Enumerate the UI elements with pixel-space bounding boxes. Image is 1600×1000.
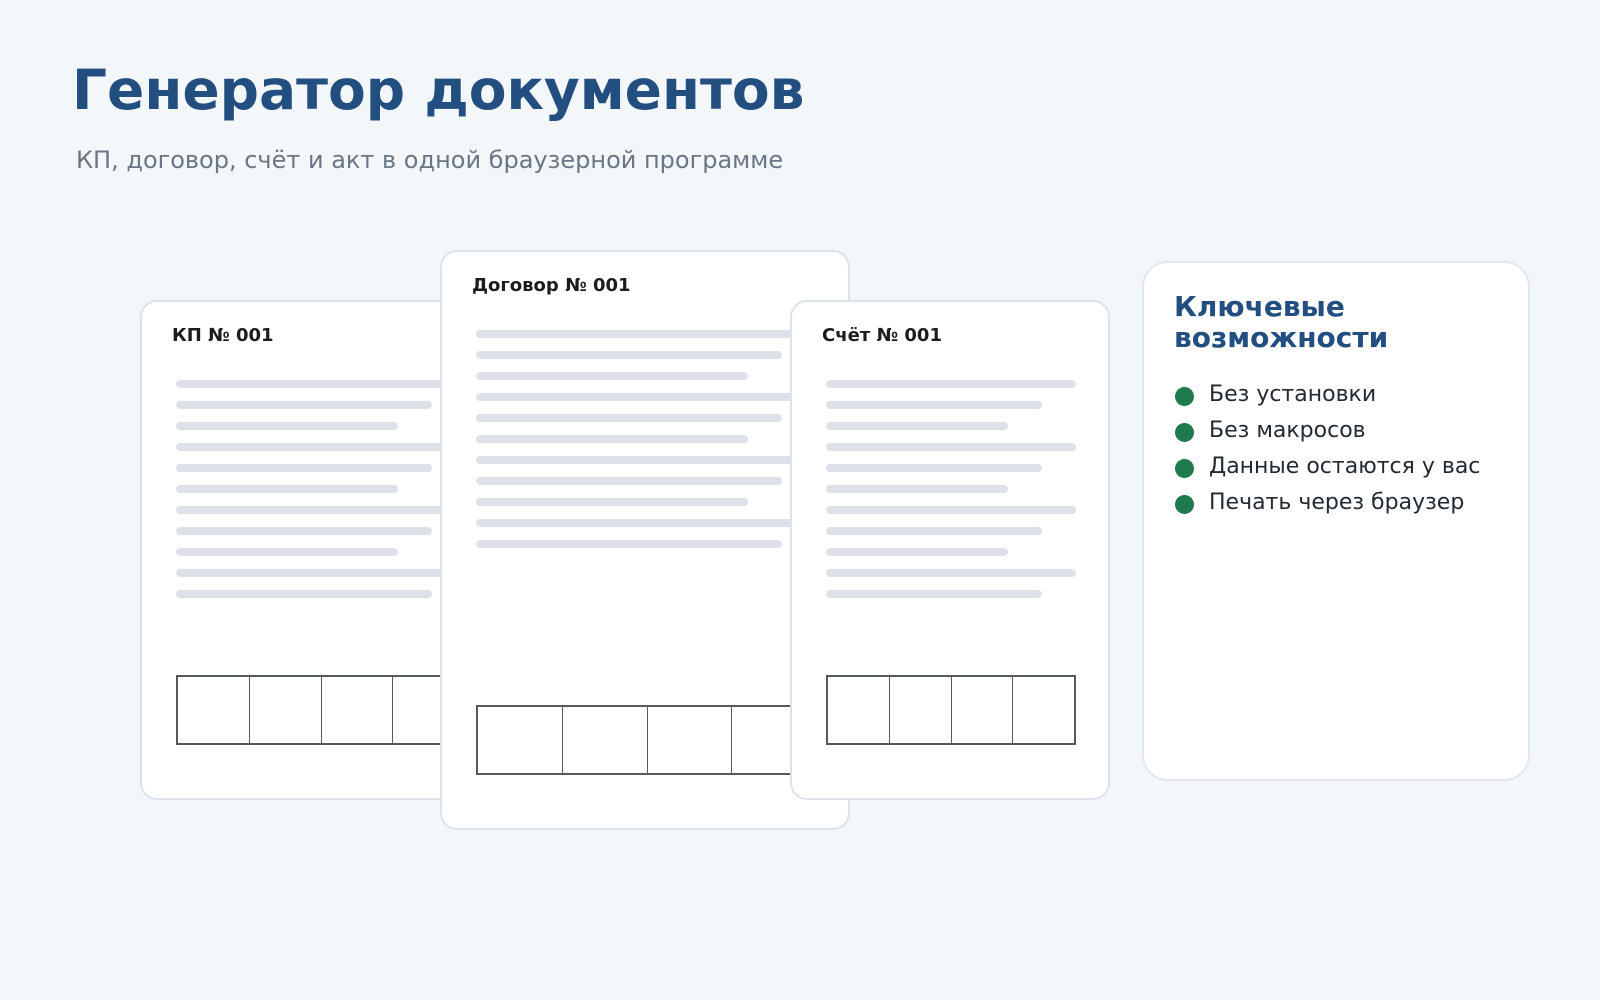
document-title: Договор № 001 <box>472 275 631 296</box>
document-title: Счёт № 001 <box>822 325 942 346</box>
bullet-dot-icon <box>1175 386 1194 406</box>
features-panel: Ключевые возможности Без установки Без м… <box>1142 261 1530 781</box>
feature-item: Без установки <box>1175 376 1480 412</box>
page-subtitle: КП, договор, счёт и акт в одной браузерн… <box>76 146 784 174</box>
document-card-invoice[interactable]: Счёт № 001 <box>790 300 1110 800</box>
features-list: Без установки Без макросов Данные остают… <box>1175 376 1480 520</box>
document-text-placeholder <box>176 380 476 611</box>
feature-item: Печать через браузер <box>1175 484 1480 520</box>
page-title: Генератор документов <box>72 58 805 122</box>
document-text-placeholder <box>476 330 806 561</box>
document-table-placeholder <box>826 675 1076 745</box>
document-table-placeholder <box>176 675 466 745</box>
document-text-placeholder <box>826 380 1076 611</box>
features-title: Ключевые возможности <box>1174 290 1389 354</box>
feature-item-label: Без установки <box>1209 381 1377 407</box>
feature-item: Без макросов <box>1175 412 1480 448</box>
document-title: КП № 001 <box>172 325 274 346</box>
feature-item-label: Без макросов <box>1209 417 1366 443</box>
bullet-dot-icon <box>1175 494 1194 514</box>
document-table-placeholder <box>476 705 818 775</box>
feature-item-label: Печать через браузер <box>1209 489 1465 515</box>
feature-item-label: Данные остаются у вас <box>1209 453 1481 479</box>
document-card-contract[interactable]: Договор № 001 <box>440 250 850 830</box>
bullet-dot-icon <box>1175 458 1194 478</box>
bullet-dot-icon <box>1175 422 1194 442</box>
feature-item: Данные остаются у вас <box>1175 448 1480 484</box>
